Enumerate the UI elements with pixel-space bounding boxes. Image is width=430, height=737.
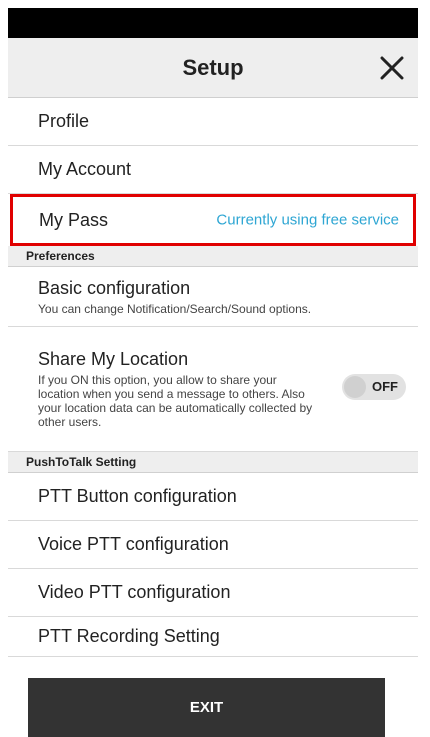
menu-item-video-ptt-configuration[interactable]: Video PTT configuration <box>8 569 418 617</box>
menu-item-label: PTT Button configuration <box>38 486 237 506</box>
menu-item-my-account[interactable]: My Account <box>8 146 418 194</box>
menu-item-ptt-recording-setting[interactable]: PTT Recording Setting <box>8 617 418 657</box>
title-bar: Setup <box>8 38 418 98</box>
settings-list[interactable]: Profile My Account My Pass Currently usi… <box>8 98 418 658</box>
menu-item-label: Voice PTT configuration <box>38 534 229 554</box>
menu-item-label: My Pass <box>39 209 109 230</box>
menu-item-voice-ptt-configuration[interactable]: Voice PTT configuration <box>8 521 418 569</box>
menu-item-label: Video PTT configuration <box>38 582 231 602</box>
close-button[interactable] <box>374 50 410 86</box>
exit-button[interactable]: EXIT <box>28 678 385 737</box>
section-header-preferences: Preferences <box>8 246 418 267</box>
toggle-state-text: OFF <box>372 379 398 394</box>
menu-item-label: Share My Location <box>38 349 189 369</box>
page-title: Setup <box>182 55 244 80</box>
share-location-toggle[interactable]: OFF <box>342 374 406 400</box>
menu-item-share-location: Share My Location If you ON this option,… <box>8 327 418 452</box>
close-x-icon <box>380 56 404 80</box>
section-header-ptt: PushToTalk Setting <box>8 452 418 473</box>
menu-item-my-pass[interactable]: My Pass Currently using free service <box>10 194 416 246</box>
pass-status-text: Currently using free service <box>216 211 399 229</box>
menu-item-label: My Account <box>38 159 132 179</box>
status-bar <box>8 8 418 38</box>
menu-item-profile[interactable]: Profile <box>8 98 418 146</box>
menu-item-label: Profile <box>38 111 90 131</box>
menu-item-description: If you ON this option, you allow to shar… <box>38 373 313 429</box>
menu-item-basic-configuration[interactable]: Basic configuration You can change Notif… <box>8 267 418 327</box>
toggle-knob <box>344 376 366 398</box>
menu-item-ptt-button-configuration[interactable]: PTT Button configuration <box>8 473 418 521</box>
menu-item-label: PTT Recording Setting <box>38 626 220 646</box>
menu-item-description: You can change Notification/Search/Sound… <box>38 301 312 316</box>
menu-item-label: Basic configuration <box>38 277 191 298</box>
